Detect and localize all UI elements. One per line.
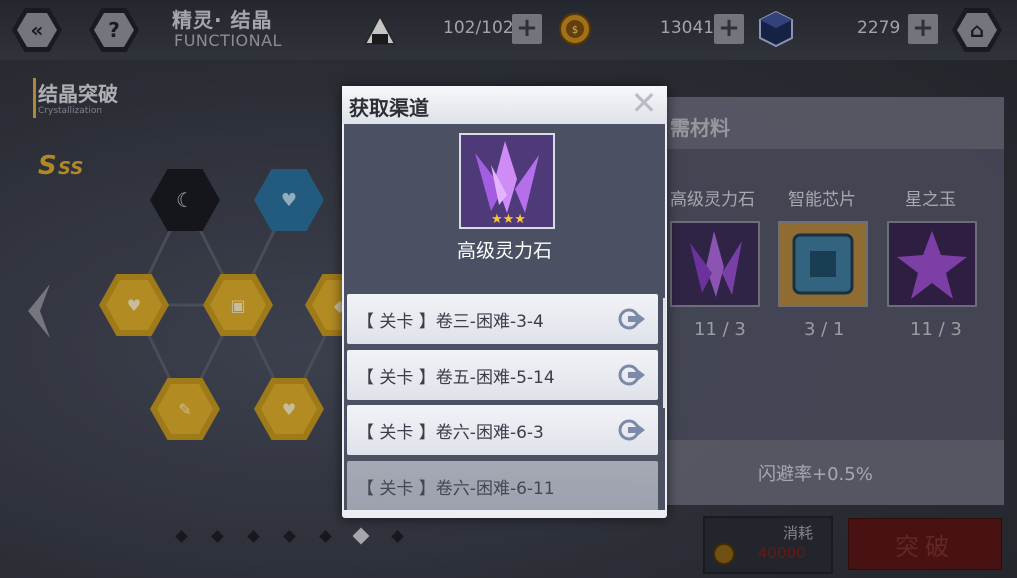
- route-label: 【 关卡 】卷五-困难-5-14: [357, 367, 555, 388]
- route-item[interactable]: 【 关卡 】卷六-困难-6-11: [347, 461, 658, 510]
- purple-crystal-icon: ★★★: [461, 135, 553, 227]
- route-item[interactable]: 【 关卡 】卷五-困难-5-14: [347, 350, 658, 400]
- route-label: 【 关卡 】卷六-困难-6-3: [357, 422, 544, 443]
- item-name: 高级灵力石: [456, 240, 552, 262]
- modal-scrollbar[interactable]: [663, 298, 666, 408]
- go-arrow-icon[interactable]: [618, 363, 646, 387]
- modal-title: 获取渠道: [349, 96, 429, 120]
- route-item[interactable]: 【 关卡 】卷三-困难-3-4: [347, 294, 658, 344]
- route-label: 【 关卡 】卷六-困难-6-11: [357, 478, 555, 499]
- three-stars-icon: ★★★: [491, 212, 526, 227]
- item-preview: ★★★: [459, 133, 555, 229]
- go-arrow-icon[interactable]: [618, 418, 646, 442]
- source-modal: 获取渠道 ✕ ★★★ 高级灵力石 【 关卡 】卷三-困难-3-4 【 关卡 】卷…: [342, 86, 667, 518]
- route-item[interactable]: 【 关卡 】卷六-困难-6-3: [347, 405, 658, 455]
- go-arrow-icon[interactable]: [618, 307, 646, 331]
- modal-body: ★★★ 高级灵力石 【 关卡 】卷三-困难-3-4 【 关卡 】卷五-困难-5-…: [344, 124, 665, 510]
- route-label: 【 关卡 】卷三-困难-3-4: [357, 311, 544, 332]
- close-icon[interactable]: ✕: [629, 87, 659, 119]
